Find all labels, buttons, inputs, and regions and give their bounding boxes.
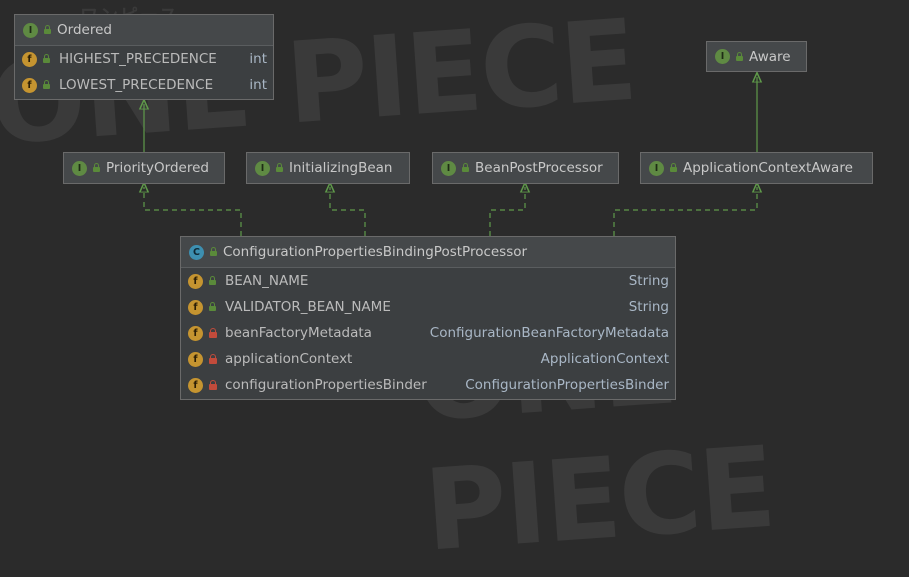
private-lock-icon [208,380,218,390]
node-ordered-header: I Ordered [15,15,273,46]
public-lock-icon [209,247,219,257]
node-ordered[interactable]: I Ordered f HIGHEST_PRECEDENCE int f LOW… [14,14,274,100]
field-icon: f [188,377,203,393]
node-cpbpp-header: C ConfigurationPropertiesBindingPostProc… [181,237,675,268]
field-icon: f [188,325,203,341]
node-cpbpp-title: ConfigurationPropertiesBindingPostProces… [223,244,528,260]
node-initializing-bean-header: I InitializingBean [247,153,409,183]
field-name: beanFactoryMetadata [225,325,372,341]
field-icon: f [188,351,203,367]
node-priority-ordered-title: PriorityOrdered [106,160,209,176]
field-name: configurationPropertiesBinder [225,377,427,393]
node-initializing-bean[interactable]: I InitializingBean [246,152,410,184]
public-lock-icon [43,25,53,35]
node-application-context-aware-header: I ApplicationContextAware [641,153,872,183]
private-lock-icon [208,328,218,338]
node-application-context-aware[interactable]: I ApplicationContextAware [640,152,873,184]
static-field-icon: f [22,77,37,93]
public-lock-icon [275,163,285,173]
node-bean-post-processor-title: BeanPostProcessor [475,160,603,176]
interface-icon: I [441,160,456,176]
node-bean-post-processor-header: I BeanPostProcessor [433,153,618,183]
field-type: ConfigurationBeanFactoryMetadata [429,325,669,341]
public-lock-icon [208,302,218,312]
interface-icon: I [72,160,87,176]
edge-cpbpp-applicationcontextaware [613,187,757,236]
node-priority-ordered[interactable]: I PriorityOrdered [63,152,225,184]
field-name: VALIDATOR_BEAN_NAME [225,299,391,315]
static-field-icon: f [188,299,203,315]
node-ordered-title: Ordered [57,22,112,38]
field-type: ConfigurationPropertiesBinder [465,377,669,393]
field-row-lowest-precedence[interactable]: f LOWEST_PRECEDENCE int [15,72,273,98]
field-row-highest-precedence[interactable]: f HIGHEST_PRECEDENCE int [15,46,273,72]
static-field-icon: f [188,273,203,289]
field-name: HIGHEST_PRECEDENCE [59,51,217,67]
interface-icon: I [649,160,664,176]
public-lock-icon [42,54,52,64]
public-lock-icon [42,80,52,90]
node-initializing-bean-title: InitializingBean [289,160,393,176]
public-lock-icon [461,163,471,173]
interface-icon: I [23,22,38,38]
field-type: int [249,51,267,67]
edge-cpbpp-priorityordered [144,187,242,236]
field-type: ApplicationContext [540,351,669,367]
edge-cpbpp-beanpostprocessor [489,187,525,236]
node-aware-title: Aware [749,48,791,65]
edge-cpbpp-initializingbean [330,187,366,236]
field-row-application-context[interactable]: f applicationContext ApplicationContext [181,346,675,372]
class-icon: C [189,244,204,260]
public-lock-icon [669,163,679,173]
node-aware-header: I Aware [707,42,806,71]
node-application-context-aware-title: ApplicationContextAware [683,160,853,176]
node-cpbpp[interactable]: C ConfigurationPropertiesBindingPostProc… [180,236,676,400]
public-lock-icon [92,163,102,173]
field-type: int [249,77,267,93]
public-lock-icon [208,276,218,286]
static-field-icon: f [22,51,37,67]
node-priority-ordered-header: I PriorityOrdered [64,153,224,183]
field-row-bean-factory-metadata[interactable]: f beanFactoryMetadata ConfigurationBeanF… [181,320,675,346]
field-row-validator-bean-name[interactable]: f VALIDATOR_BEAN_NAME String [181,294,675,320]
field-name: BEAN_NAME [225,273,309,289]
public-lock-icon [735,51,745,62]
field-name: LOWEST_PRECEDENCE [59,77,214,93]
field-name: applicationContext [225,351,353,367]
field-type: String [628,273,669,289]
interface-icon: I [255,160,270,176]
node-aware[interactable]: I Aware [706,41,807,72]
private-lock-icon [208,354,218,364]
interface-icon: I [715,49,730,64]
field-row-bean-name[interactable]: f BEAN_NAME String [181,268,675,294]
field-row-configuration-properties-binder[interactable]: f configurationPropertiesBinder Configur… [181,372,675,398]
node-bean-post-processor[interactable]: I BeanPostProcessor [432,152,619,184]
field-type: String [628,299,669,315]
